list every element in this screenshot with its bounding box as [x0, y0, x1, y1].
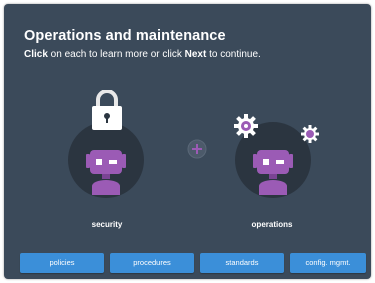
robot-icon: [253, 150, 293, 195]
gear-icon-left: [234, 114, 258, 138]
robot-icon: [86, 150, 126, 195]
procedures-button[interactable]: procedures: [110, 253, 194, 273]
operations-illustration: [234, 114, 319, 198]
instruction-next: Next: [184, 49, 207, 60]
config-mgmt-button[interactable]: config. mgmt.: [290, 253, 366, 273]
activity-slide: Operations and maintenance Click on each…: [4, 4, 371, 279]
security-illustration: [68, 90, 144, 198]
plus-icon: [187, 139, 207, 159]
padlock-icon: [92, 90, 122, 130]
security-figure[interactable]: security: [62, 90, 152, 235]
operations-label: operations: [251, 220, 293, 229]
instruction-text: Click on each to learn more or click Nex…: [24, 49, 261, 60]
standards-button[interactable]: standards: [200, 253, 284, 273]
policies-button[interactable]: policies: [20, 253, 104, 273]
instruction-end: to continue.: [206, 49, 261, 60]
instruction-middle: on each to learn more or click: [47, 49, 185, 60]
operations-figure[interactable]: operations: [224, 104, 320, 235]
gear-icon-right: [301, 125, 319, 143]
security-label: security: [91, 220, 123, 229]
instruction-click: Click: [24, 49, 48, 60]
page-title: Operations and maintenance: [24, 28, 226, 44]
